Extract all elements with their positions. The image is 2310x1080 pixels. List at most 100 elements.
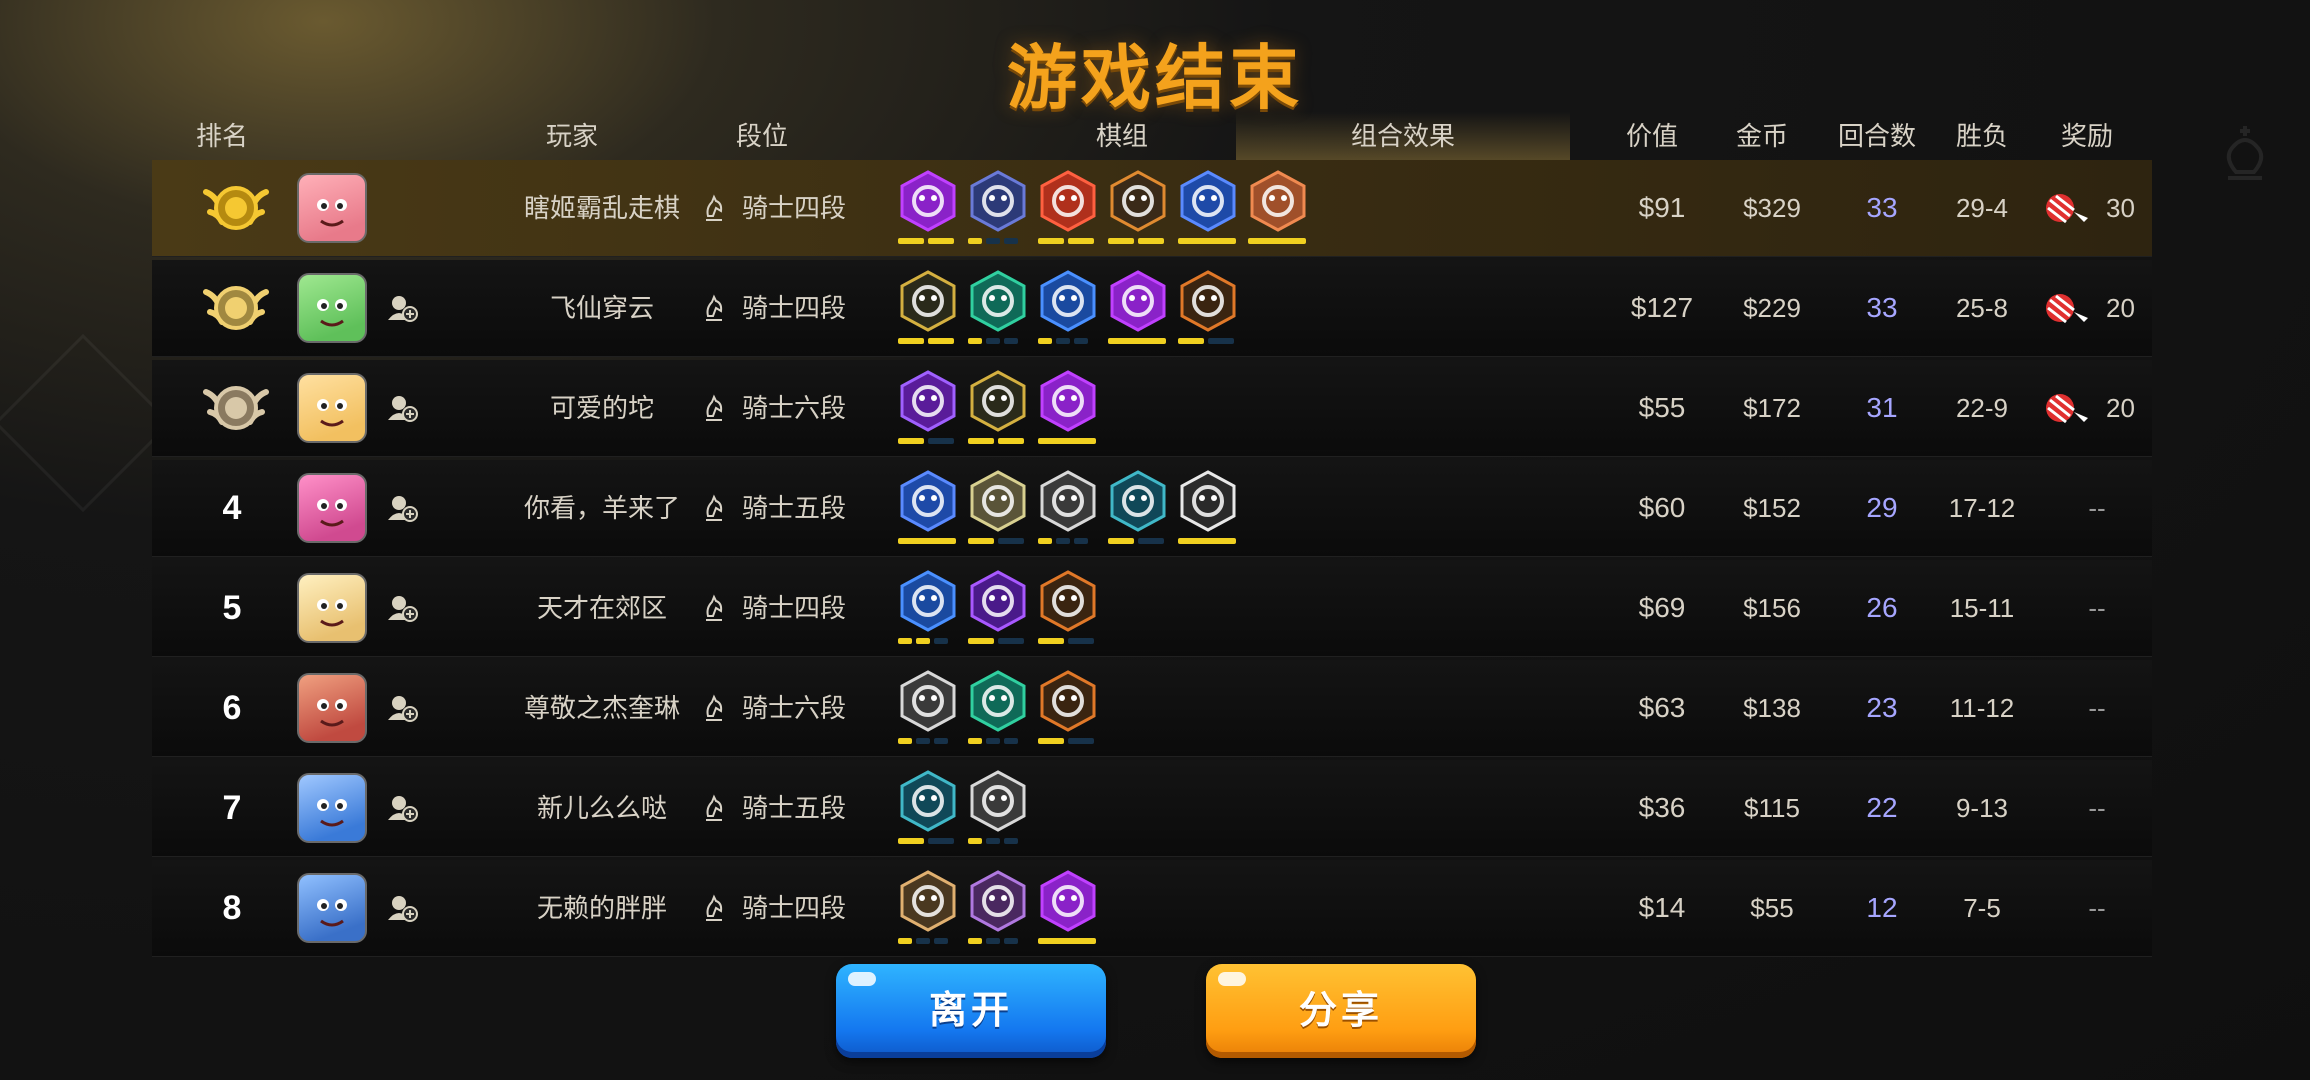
rounds-cell: 12: [1866, 892, 1898, 923]
player-avatar[interactable]: [297, 873, 367, 943]
synergy-level-segment: [998, 538, 1024, 544]
synergy-feather-blue-icon[interactable]: [1038, 270, 1098, 332]
reward-empty: --: [2088, 493, 2106, 523]
synergy-fish-purple-icon[interactable]: [898, 370, 958, 432]
reward-cell: 20: [2042, 360, 2152, 456]
synergy-mech-slate-icon[interactable]: [968, 170, 1028, 232]
synergy-assassin-gold-icon[interactable]: [968, 370, 1028, 432]
synergy-glacier-blue-icon[interactable]: [898, 470, 958, 532]
header-player: 玩家: [545, 121, 598, 151]
gold-cell: $229: [1743, 293, 1801, 323]
synergy-level-segment: [1068, 638, 1094, 644]
synergy-leaf-orange-icon[interactable]: [1038, 670, 1098, 732]
tier-name: 骑士六段: [742, 393, 847, 423]
rank-number: 4: [222, 489, 242, 527]
synergy-level-segment: [986, 338, 1000, 344]
gold-cell: $156: [1743, 593, 1801, 623]
player-avatar[interactable]: [297, 273, 367, 343]
tab-pieces[interactable]: 棋组: [1032, 112, 1212, 160]
synergy-knight-gray-icon[interactable]: [968, 770, 1028, 832]
rounds-cell: 33: [1866, 292, 1898, 323]
synergy-demon-purple-icon[interactable]: [1108, 270, 1168, 332]
synergy-knight-gray-icon[interactable]: [1038, 470, 1098, 532]
synergy-demon-purple-icon[interactable]: [1038, 370, 1098, 432]
synergy-leaf-orange-icon[interactable]: [1178, 270, 1238, 332]
player-avatar[interactable]: [297, 373, 367, 443]
rank-number: 6: [222, 689, 242, 727]
synergy-dwarf-orange-icon[interactable]: [1248, 170, 1308, 232]
synergy-orc-red-icon[interactable]: [1038, 170, 1098, 232]
add-friend-icon[interactable]: [386, 492, 418, 524]
table-row: 可爱的坨 骑士六段 $55 $172 31 22-9 20: [152, 360, 2152, 457]
synergy-leaf-orange-icon[interactable]: [1038, 570, 1098, 632]
player-avatar[interactable]: [297, 473, 367, 543]
reward-cell: 20: [2042, 260, 2152, 356]
rounds-cell: 33: [1866, 192, 1898, 223]
rank-medal-icon: [203, 286, 269, 330]
synergy-gear-orange-icon[interactable]: [1108, 170, 1168, 232]
candy-reward-icon: [2046, 194, 2088, 224]
synergy-elf-purple-icon[interactable]: [968, 570, 1028, 632]
synergy-level-segment: [1074, 338, 1088, 344]
leave-button-label: 离开: [928, 990, 1013, 1032]
synergy-level-segment: [1138, 538, 1164, 544]
avatar-face-icon: [317, 299, 347, 327]
synergy-mage-teal-icon[interactable]: [898, 770, 958, 832]
synergy-level-segment: [898, 838, 924, 844]
table-row: 6 尊敬之杰奎琳 骑士六段 $63 $138 23 11-12 --: [152, 660, 2152, 757]
add-friend-icon[interactable]: [386, 392, 418, 424]
player-name: 飞仙穿云: [549, 293, 654, 323]
synergy-goblin-tan-icon[interactable]: [968, 470, 1028, 532]
synergy-knight-gray-icon[interactable]: [898, 670, 958, 732]
knight-tier-icon: [706, 594, 723, 621]
header-reward: 奖励: [2060, 121, 2113, 151]
tier-name: 骑士五段: [742, 493, 847, 523]
synergy-feather-blue-icon[interactable]: [898, 570, 958, 632]
synergy-level-segment: [1056, 338, 1070, 344]
add-friend-icon[interactable]: [386, 292, 418, 324]
synergy-horse-purple-icon[interactable]: [968, 870, 1028, 932]
synergy-priest-gray-icon[interactable]: [1178, 470, 1238, 532]
synergy-level-segment: [898, 238, 924, 244]
value-cell: $55: [1638, 392, 1686, 423]
tier-name: 骑士四段: [742, 193, 847, 223]
add-friend-icon[interactable]: [386, 592, 418, 624]
add-friend-icon[interactable]: [386, 792, 418, 824]
add-friend-icon[interactable]: [386, 892, 418, 924]
synergy-level-segment: [1108, 538, 1134, 544]
player-avatar[interactable]: [297, 573, 367, 643]
player-avatar[interactable]: [297, 773, 367, 843]
synergy-level-segment: [928, 338, 954, 344]
synergy-beast-teal-icon[interactable]: [968, 270, 1028, 332]
synergy-level-segment: [1038, 638, 1064, 644]
add-friend-icon[interactable]: [386, 692, 418, 724]
player-avatar[interactable]: [297, 173, 367, 243]
rounds-cell: 26: [1866, 592, 1898, 623]
synergy-level-segment: [986, 238, 1000, 244]
value-cell: $63: [1638, 692, 1686, 723]
reward-amount: 20: [2106, 293, 2135, 323]
synergy-beast-teal-icon[interactable]: [968, 670, 1028, 732]
synergy-demon-purple-icon[interactable]: [898, 170, 958, 232]
synergy-level-segment: [1248, 238, 1306, 244]
player-name: 无赖的胖胖: [536, 893, 667, 923]
tab-synergy[interactable]: 组合效果: [1236, 112, 1570, 162]
synergy-level-segment: [998, 638, 1024, 644]
leave-button[interactable]: 离开: [836, 964, 1106, 1058]
synergy-demon-purple-icon[interactable]: [1038, 870, 1098, 932]
synergy-level-segment: [1038, 438, 1096, 444]
synergy-warrior-tan-icon[interactable]: [898, 870, 958, 932]
synergy-glacier-blue-icon[interactable]: [1178, 170, 1238, 232]
player-avatar[interactable]: [297, 673, 367, 743]
player-name: 瞎姬霸乱走棋: [523, 193, 680, 223]
share-button[interactable]: 分享: [1206, 964, 1476, 1058]
synergy-level-segment: [898, 938, 912, 944]
results-header: 排名 玩家 段位 棋组 组合效果 价值 金币 回合数 胜负 奖励: [152, 112, 2152, 162]
gold-cell: $115: [1744, 793, 1800, 823]
reward-empty: --: [2088, 893, 2106, 923]
player-name: 你看，羊来了: [523, 493, 680, 523]
chess-king-watermark-icon: [2226, 126, 2264, 180]
synergy-mage-teal-icon[interactable]: [1108, 470, 1168, 532]
synergy-assassin-gold-icon[interactable]: [898, 270, 958, 332]
player-name: 新儿么么哒: [536, 793, 667, 823]
